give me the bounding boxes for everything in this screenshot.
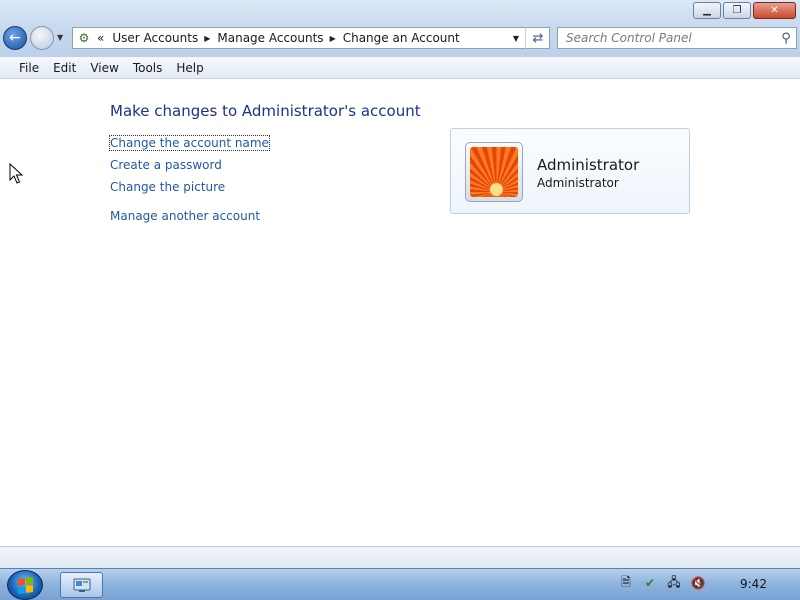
search-box[interactable]: ⚲ [557, 27, 797, 49]
control-panel-icon: ⚙ [78, 31, 90, 45]
minimize-button[interactable]: ▁ [693, 2, 721, 19]
change-picture-link[interactable]: Change the picture [110, 180, 225, 194]
account-card: Administrator Administrator [450, 128, 690, 214]
refresh-icon: ⇄ [532, 30, 544, 46]
recent-pages-dropdown[interactable]: ▼ [57, 33, 63, 42]
status-bar [0, 546, 800, 568]
account-name: Administrator [537, 156, 640, 174]
account-picture [465, 142, 523, 202]
refresh-button[interactable]: ⇄ [525, 27, 550, 49]
change-account-name-link[interactable]: Change the account name [109, 135, 270, 151]
window-controls: ▁ ❐ ✕ [693, 2, 796, 19]
mouse-pointer-icon [9, 163, 23, 184]
menu-file[interactable]: File [12, 61, 46, 75]
page-title: Make changes to Administrator's account [110, 102, 421, 120]
windows-logo-icon [17, 576, 33, 594]
search-icon[interactable]: ⚲ [776, 31, 796, 46]
search-input[interactable] [558, 29, 776, 47]
breadcrumb-change-an-account[interactable]: Change an Account [343, 31, 460, 45]
back-button[interactable]: ← [3, 26, 27, 50]
address-bar[interactable]: ⚙ « User Accounts ▶ Manage Accounts ▶ Ch… [72, 27, 550, 49]
clock[interactable]: 9:42 [740, 577, 767, 591]
control-panel-icon [73, 578, 90, 592]
start-button[interactable] [7, 570, 43, 600]
breadcrumb-manage-accounts[interactable]: Manage Accounts [217, 31, 323, 45]
system-tray: 🗎 ✔ 🖧 🔇 [618, 575, 706, 591]
menu-bar: File Edit View Tools Help [0, 57, 800, 79]
security-shield-icon[interactable]: ✔ [642, 575, 658, 591]
notepad-icon[interactable]: 🗎 [618, 575, 634, 591]
breadcrumb-overflow[interactable]: « [97, 31, 104, 45]
account-type: Administrator [537, 176, 619, 190]
forward-button[interactable] [30, 26, 54, 50]
address-dropdown-icon[interactable]: ▼ [513, 34, 519, 43]
breadcrumb-separator-icon[interactable]: ▶ [330, 34, 336, 43]
breadcrumb-user-accounts[interactable]: User Accounts [112, 31, 198, 45]
create-password-link[interactable]: Create a password [110, 158, 222, 172]
menu-help[interactable]: Help [169, 61, 210, 75]
menu-view[interactable]: View [83, 61, 125, 75]
menu-edit[interactable]: Edit [46, 61, 83, 75]
flower-icon [470, 147, 518, 197]
back-arrow-icon: ← [9, 30, 21, 46]
volume-muted-icon[interactable]: 🔇 [690, 575, 706, 591]
menu-tools[interactable]: Tools [126, 61, 170, 75]
taskbar-control-panel-button[interactable] [60, 572, 103, 598]
network-icon[interactable]: 🖧 [666, 575, 682, 591]
manage-another-account-link[interactable]: Manage another account [110, 209, 260, 223]
restore-button[interactable]: ❐ [723, 2, 751, 19]
close-button[interactable]: ✕ [753, 2, 796, 19]
window-chrome: ▁ ❐ ✕ ← ▼ ⚙ « User Accounts ▶ Manage Acc… [0, 0, 800, 57]
breadcrumb-separator-icon[interactable]: ▶ [204, 34, 210, 43]
taskbar: 🗎 ✔ 🖧 🔇 9:42 [0, 568, 800, 600]
